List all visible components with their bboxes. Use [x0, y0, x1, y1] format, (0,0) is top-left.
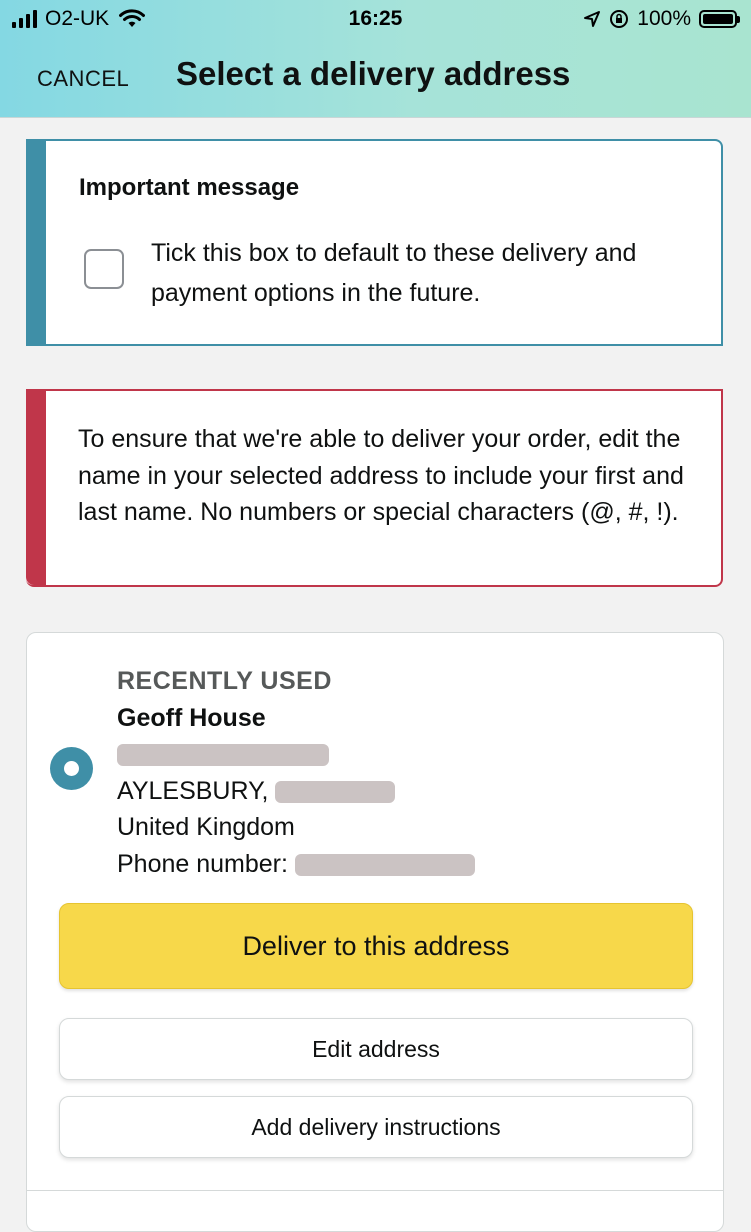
orientation-lock-icon: [610, 10, 629, 28]
alert-accent-bar: [26, 391, 46, 585]
card-divider: [27, 1190, 723, 1191]
redacted-street: [117, 744, 329, 767]
header: O2-UK 16:25 100% CANCEL Select a deliver…: [0, 0, 751, 118]
phone-label: Phone number:: [117, 849, 288, 878]
address-details[interactable]: RECENTLY USED Geoff House AYLESBURY, Uni…: [117, 663, 475, 882]
important-message-card: Important message Tick this box to defau…: [26, 139, 723, 346]
redacted-postcode: [275, 780, 396, 803]
default-options-label[interactable]: Tick this box to default to these delive…: [151, 233, 691, 313]
card-accent-bar: [26, 141, 46, 344]
recently-used-label: RECENTLY USED: [117, 667, 332, 695]
address-radio-button[interactable]: [50, 747, 93, 790]
important-message-heading: Important message: [79, 174, 300, 201]
battery-percent: 100%: [637, 7, 691, 30]
location-arrow-icon: [584, 11, 601, 27]
edit-address-button[interactable]: Edit address: [59, 1018, 693, 1080]
redacted-phone: [294, 853, 475, 876]
address-name: Geoff House: [117, 703, 266, 732]
address-town-line: AYLESBURY,: [117, 773, 475, 810]
address-town: AYLESBURY,: [117, 776, 269, 805]
status-bar: O2-UK 16:25 100%: [0, 0, 751, 40]
name-alert-card: To ensure that we're able to deliver you…: [26, 389, 723, 587]
address-card: RECENTLY USED Geoff House AYLESBURY, Uni…: [26, 632, 724, 1232]
alert-message: To ensure that we're able to deliver you…: [78, 425, 684, 526]
address-phone-line: Phone number:: [117, 846, 475, 883]
address-line-redacted: [117, 736, 475, 773]
status-right: 100%: [583, 7, 740, 31]
battery-icon: [699, 10, 740, 28]
default-options-checkbox[interactable]: [84, 249, 124, 289]
deliver-to-address-button[interactable]: Deliver to this address: [59, 903, 693, 989]
page-title: Select a delivery address: [176, 55, 571, 92]
add-delivery-instructions-button[interactable]: Add delivery instructions: [59, 1096, 693, 1158]
address-country: United Kingdom: [117, 813, 295, 841]
cancel-button[interactable]: CANCEL: [37, 66, 129, 92]
